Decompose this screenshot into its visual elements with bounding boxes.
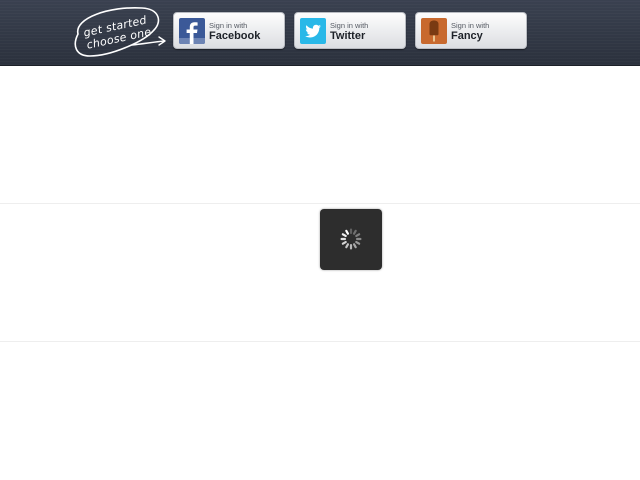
facebook-icon [179, 18, 205, 44]
fancy-button-label: Fancy [451, 30, 483, 42]
spinner-spoke [355, 240, 361, 245]
twitter-bird-icon [300, 18, 326, 44]
spinner-spoke [341, 240, 347, 245]
spinner-spoke [345, 229, 350, 235]
fancy-button-prefix: Sign in with [451, 21, 490, 30]
facebook-button-label: Facebook [209, 30, 261, 42]
facebook-button-prefix: Sign in with [209, 21, 248, 30]
top-bar: get started choose one Sign in with Face… [0, 0, 640, 66]
sign-in-facebook-button[interactable]: Sign in with Facebook [173, 12, 285, 49]
twitter-button-label: Twitter [330, 30, 366, 42]
spinner-spoke [345, 243, 350, 249]
spinner-spoke [349, 228, 353, 234]
sign-in-fancy-button[interactable]: Sign in with Fancy [415, 12, 527, 49]
loading-indicator [320, 209, 382, 270]
spinner-spoke [340, 237, 346, 241]
spinner-spoke [355, 233, 361, 238]
sign-in-twitter-button[interactable]: Sign in with Twitter [294, 12, 406, 49]
spinner-spoke [349, 244, 353, 250]
spinner-spoke [341, 233, 347, 238]
twitter-button-prefix: Sign in with [330, 21, 369, 30]
content-divider [0, 341, 640, 342]
spinner-spoke [352, 229, 357, 235]
spinner-spoke [352, 243, 357, 249]
content-divider [0, 203, 640, 204]
fancy-popsicle-icon [421, 18, 447, 44]
get-started-badge: get started choose one [70, 4, 170, 62]
spinner-icon [340, 228, 362, 250]
spinner-spoke [356, 237, 362, 241]
